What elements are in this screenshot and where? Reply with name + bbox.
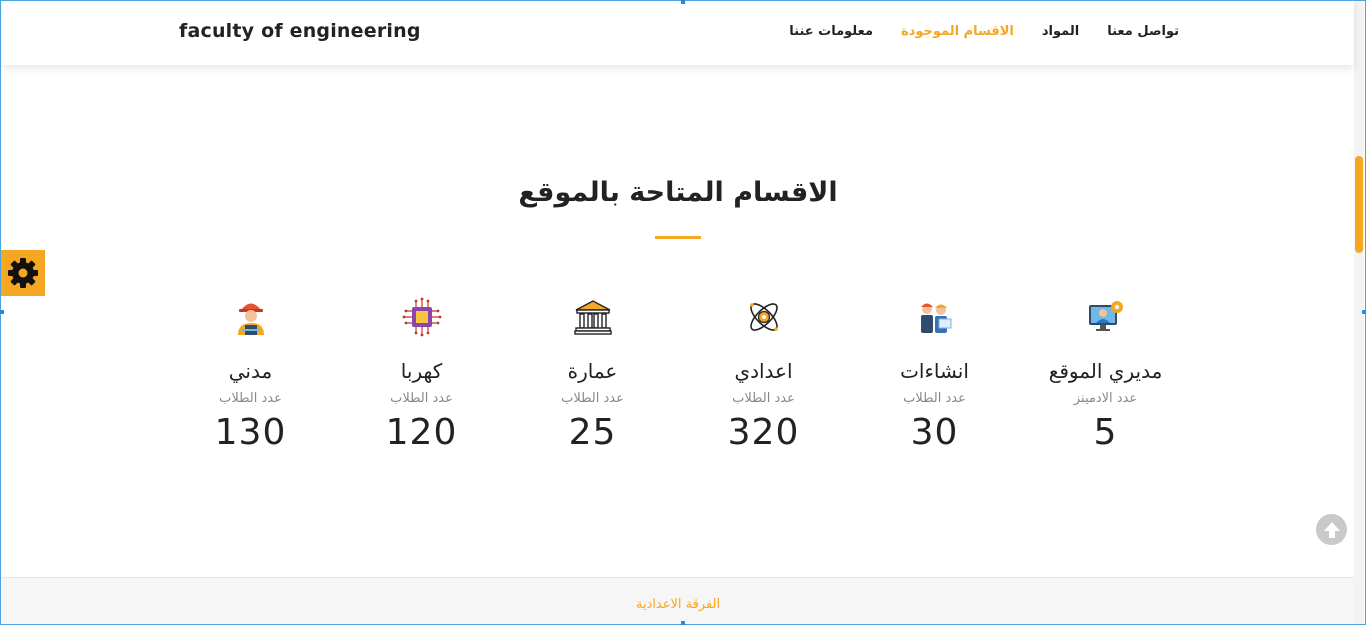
- stat-name: مدني: [228, 359, 273, 383]
- navbar: faculty of engineering تواصل معنا المواد…: [2, 0, 1354, 65]
- section-title: الاقسام المتاحة بالموقع: [518, 177, 838, 208]
- chip-icon: [402, 297, 441, 337]
- nav-item-departments[interactable]: الاقسام الموجودة: [901, 24, 1014, 39]
- stat-civil: مدني عدد الطلاب 130: [165, 295, 336, 465]
- gear-icon: [7, 258, 38, 288]
- stat-electrical: كهربا عدد الطلاب 120: [336, 295, 507, 465]
- resize-handle-right[interactable]: [1362, 310, 1366, 314]
- stat-value: 320: [727, 412, 800, 453]
- stat-caption: عدد الطلاب: [903, 391, 966, 406]
- stat-caption: عدد الطلاب: [561, 391, 624, 406]
- stat-caption: عدد الادمينز: [1073, 391, 1138, 406]
- resize-handle-bottom[interactable]: [681, 621, 685, 625]
- resize-handle-top[interactable]: [681, 0, 685, 4]
- stat-value: 25: [568, 412, 617, 453]
- scrollbar-thumb[interactable]: [1355, 156, 1363, 253]
- stat-value: 30: [910, 412, 959, 453]
- main-nav: تواصل معنا المواد الاقسام الموجودة معلوم…: [789, 24, 1179, 39]
- resize-handle-left[interactable]: [0, 310, 4, 314]
- stat-name: عمارة: [567, 359, 618, 383]
- admin-monitor-icon: [1088, 301, 1123, 331]
- stat-name: كهربا: [400, 359, 443, 383]
- stat-value: 5: [1093, 412, 1118, 453]
- nav-item-about[interactable]: معلومات عننا: [789, 24, 873, 39]
- stat-preparatory: اعدادي عدد الطلاب 320: [678, 295, 849, 465]
- footer-bar: الفرقة الاعدادية: [2, 577, 1354, 625]
- atom-icon: [749, 303, 778, 331]
- stat-caption: عدد الطلاب: [390, 391, 453, 406]
- stat-name: مديري الموقع: [1048, 359, 1163, 383]
- brand-logo[interactable]: faculty of engineering: [179, 20, 421, 42]
- stat-caption: عدد الطلاب: [732, 391, 795, 406]
- stat-name: انشاءات: [900, 359, 969, 383]
- stats-row: مديري الموقع عدد الادمينز 5 انشاءات عدد …: [165, 295, 1191, 465]
- footer-link-preparatory[interactable]: الفرقة الاعدادية: [636, 597, 720, 612]
- scroll-to-top-button[interactable]: [1316, 514, 1347, 545]
- arrow-up-icon: [1323, 521, 1340, 538]
- stat-name: اعدادي: [734, 359, 793, 383]
- nav-item-contact[interactable]: تواصل معنا: [1107, 24, 1179, 39]
- engineer-icon: [237, 303, 264, 335]
- stat-construction: انشاءات عدد الطلاب 30: [849, 295, 1020, 465]
- stat-caption: عدد الطلاب: [219, 391, 282, 406]
- stat-admins: مديري الموقع عدد الادمينز 5: [1020, 295, 1191, 465]
- construction-team-icon: [920, 303, 951, 333]
- building-icon: [573, 300, 612, 335]
- stat-value: 120: [385, 412, 458, 453]
- settings-button[interactable]: [0, 250, 45, 296]
- nav-item-subjects[interactable]: المواد: [1042, 24, 1079, 39]
- stat-value: 130: [214, 412, 287, 453]
- stat-architecture: عمارة عدد الطلاب 25: [507, 295, 678, 465]
- title-underline: [655, 236, 701, 239]
